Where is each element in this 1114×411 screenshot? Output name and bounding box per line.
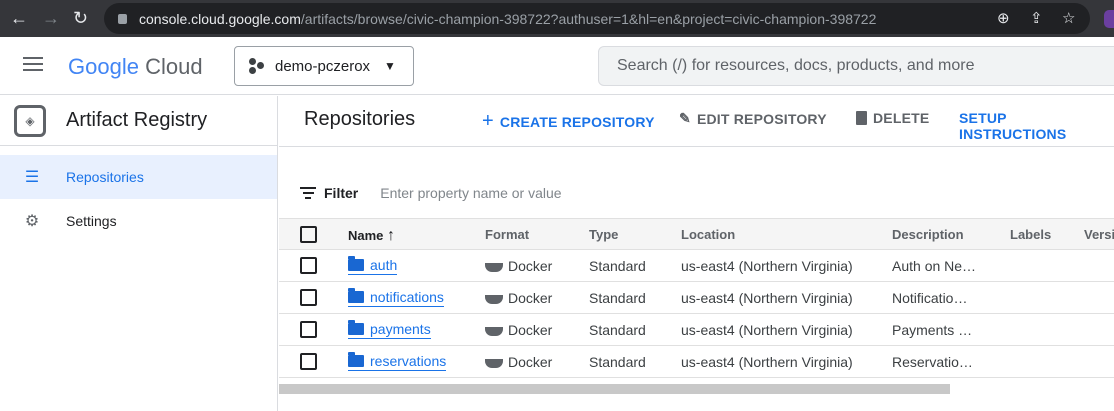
row-checkbox[interactable] <box>300 321 317 338</box>
column-type[interactable]: Type <box>589 227 618 242</box>
filter-bar[interactable]: Filter Enter property name or value <box>300 184 562 202</box>
delete-button[interactable]: DELETE <box>856 110 929 126</box>
description-cell: Reservatio… <box>892 354 973 370</box>
table-row: notifications Docker Standard us-east4 (… <box>279 282 1114 314</box>
artifact-registry-icon: ◈ <box>14 104 46 137</box>
sort-ascending-icon: ↑ <box>387 227 396 244</box>
folder-icon <box>348 256 364 271</box>
description-cell: Auth on Ne… <box>892 258 977 274</box>
repository-link[interactable]: auth <box>348 256 398 275</box>
row-checkbox[interactable] <box>300 353 317 370</box>
product-header: ◈ Artifact Registry <box>0 96 277 146</box>
row-checkbox[interactable] <box>300 289 317 306</box>
docker-icon <box>485 295 503 304</box>
repository-link[interactable]: payments <box>348 320 431 339</box>
description-cell: Notificatio… <box>892 290 968 306</box>
table-row: auth Docker Standard us-east4 (Northern … <box>279 250 1114 282</box>
column-description[interactable]: Description <box>892 227 964 242</box>
folder-icon <box>348 288 364 303</box>
forward-icon[interactable]: → <box>42 8 60 29</box>
type-cell: Standard <box>589 354 646 370</box>
product-title: Artifact Registry <box>66 109 208 131</box>
back-icon[interactable]: ← <box>10 8 28 29</box>
star-icon[interactable]: ☆ <box>1062 9 1075 27</box>
pencil-icon: ✎ <box>679 110 691 126</box>
table-header: Name ↑ Format Type Location Description … <box>279 218 1114 250</box>
location-cell: us-east4 (Northern Virginia) <box>681 322 853 338</box>
format-cell: Docker <box>485 290 552 306</box>
row-checkbox[interactable] <box>300 257 317 274</box>
folder-icon <box>348 352 364 367</box>
filter-icon <box>300 184 316 202</box>
trash-icon <box>856 111 867 125</box>
column-name[interactable]: Name ↑ <box>348 227 395 245</box>
table-row: payments Docker Standard us-east4 (North… <box>279 314 1114 346</box>
sidebar: ◈ Artifact Registry ☰ Repositories ⚙ Setti… <box>0 96 278 411</box>
repository-link[interactable]: reservations <box>348 352 447 371</box>
dropdown-arrow-icon: ▼ <box>384 59 396 73</box>
format-cell: Docker <box>485 258 552 274</box>
column-location[interactable]: Location <box>681 227 735 242</box>
extension-icon[interactable] <box>1104 10 1114 28</box>
browser-toolbar: ← → ↻ console.cloud.google.com/artifacts… <box>0 0 1114 37</box>
project-picker[interactable]: demo-pczerox ▼ <box>234 46 414 86</box>
location-cell: us-east4 (Northern Virginia) <box>681 354 853 370</box>
type-cell: Standard <box>589 290 646 306</box>
horizontal-scrollbar[interactable] <box>279 384 950 394</box>
docker-icon <box>485 359 503 368</box>
column-versions[interactable]: Versi <box>1084 227 1114 242</box>
location-cell: us-east4 (Northern Virginia) <box>681 290 853 306</box>
location-cell: us-east4 (Northern Virginia) <box>681 258 853 274</box>
reload-icon[interactable]: ↻ <box>73 8 88 29</box>
project-icon <box>249 58 265 74</box>
list-icon: ☰ <box>24 169 40 186</box>
console-header: Google Cloud demo-pczerox ▼ Search (/) f… <box>0 37 1114 95</box>
share-icon[interactable]: ⇪ <box>1030 9 1043 27</box>
format-cell: Docker <box>485 354 552 370</box>
folder-icon <box>348 320 364 335</box>
plus-icon: + <box>482 110 494 132</box>
google-cloud-logo[interactable]: Google Cloud <box>68 54 203 80</box>
gear-icon: ⚙ <box>24 213 40 230</box>
column-format[interactable]: Format <box>485 227 529 242</box>
docker-icon <box>485 263 503 272</box>
lock-icon <box>118 13 127 24</box>
type-cell: Standard <box>589 258 646 274</box>
page-title: Repositories <box>304 108 416 130</box>
type-cell: Standard <box>589 322 646 338</box>
setup-instructions-button[interactable]: SETUP INSTRUCTIONS <box>959 110 1114 142</box>
address-bar[interactable]: console.cloud.google.com/artifacts/brows… <box>104 3 1090 34</box>
search-input[interactable]: Search (/) for resources, docs, products… <box>598 46 1114 86</box>
repositories-table: Name ↑ Format Type Location Description … <box>279 218 1114 378</box>
sidebar-item-repositories[interactable]: ☰ Repositories <box>0 155 277 199</box>
column-labels[interactable]: Labels <box>1010 227 1051 242</box>
page-toolbar: Repositories + CREATE REPOSITORY ✎ EDIT RE… <box>279 96 1114 147</box>
docker-icon <box>485 327 503 336</box>
create-repository-button[interactable]: + CREATE REPOSITORY <box>482 110 655 133</box>
table-row: reservations Docker Standard us-east4 (N… <box>279 346 1114 378</box>
select-all-checkbox[interactable] <box>300 226 317 243</box>
zoom-icon[interactable]: ⊕ <box>997 9 1010 27</box>
sidebar-item-settings[interactable]: ⚙ Settings <box>0 199 277 243</box>
edit-repository-button[interactable]: ✎ EDIT REPOSITORY <box>679 110 827 127</box>
format-cell: Docker <box>485 322 552 338</box>
hamburger-menu-icon[interactable] <box>23 57 43 75</box>
repository-link[interactable]: notifications <box>348 288 444 307</box>
filter-input[interactable]: Enter property name or value <box>380 185 561 201</box>
description-cell: Payments … <box>892 322 973 338</box>
